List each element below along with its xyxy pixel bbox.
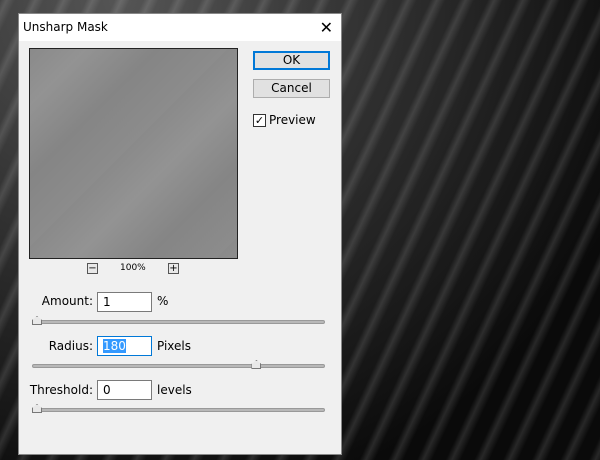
threshold-input[interactable]: 0 (97, 380, 152, 400)
unsharp-mask-dialog: Unsharp Mask ✕ OK Cancel ✓ Preview − 100… (18, 13, 342, 455)
cancel-button[interactable]: Cancel (253, 79, 330, 98)
preview-image[interactable] (29, 48, 238, 259)
threshold-slider[interactable] (32, 404, 325, 413)
zoom-in-button[interactable]: + (168, 263, 179, 274)
preview-checkbox[interactable]: ✓ Preview (253, 113, 316, 127)
zoom-out-button[interactable]: − (87, 263, 98, 274)
preview-label: Preview (269, 113, 316, 127)
dialog-title: Unsharp Mask (23, 20, 108, 34)
ok-button[interactable]: OK (253, 51, 330, 70)
radius-input[interactable]: 180 (97, 336, 152, 356)
amount-input[interactable]: 1 (97, 292, 152, 312)
threshold-unit: levels (157, 383, 192, 397)
close-icon[interactable]: ✕ (320, 18, 333, 37)
threshold-label: Threshold: (29, 383, 93, 397)
radius-slider-thumb[interactable] (251, 360, 262, 369)
radius-label: Radius: (48, 339, 93, 353)
amount-slider-thumb[interactable] (32, 316, 42, 325)
amount-label: Amount: (41, 294, 93, 308)
radius-value: 180 (103, 339, 126, 353)
threshold-slider-thumb[interactable] (32, 404, 42, 413)
amount-unit: % (157, 294, 169, 308)
title-bar: Unsharp Mask ✕ (19, 14, 341, 41)
radius-unit: Pixels (157, 339, 192, 353)
radius-slider[interactable] (32, 360, 325, 369)
amount-slider[interactable] (32, 316, 325, 325)
zoom-level: 100% (120, 263, 146, 273)
checkmark-icon[interactable]: ✓ (253, 113, 266, 127)
